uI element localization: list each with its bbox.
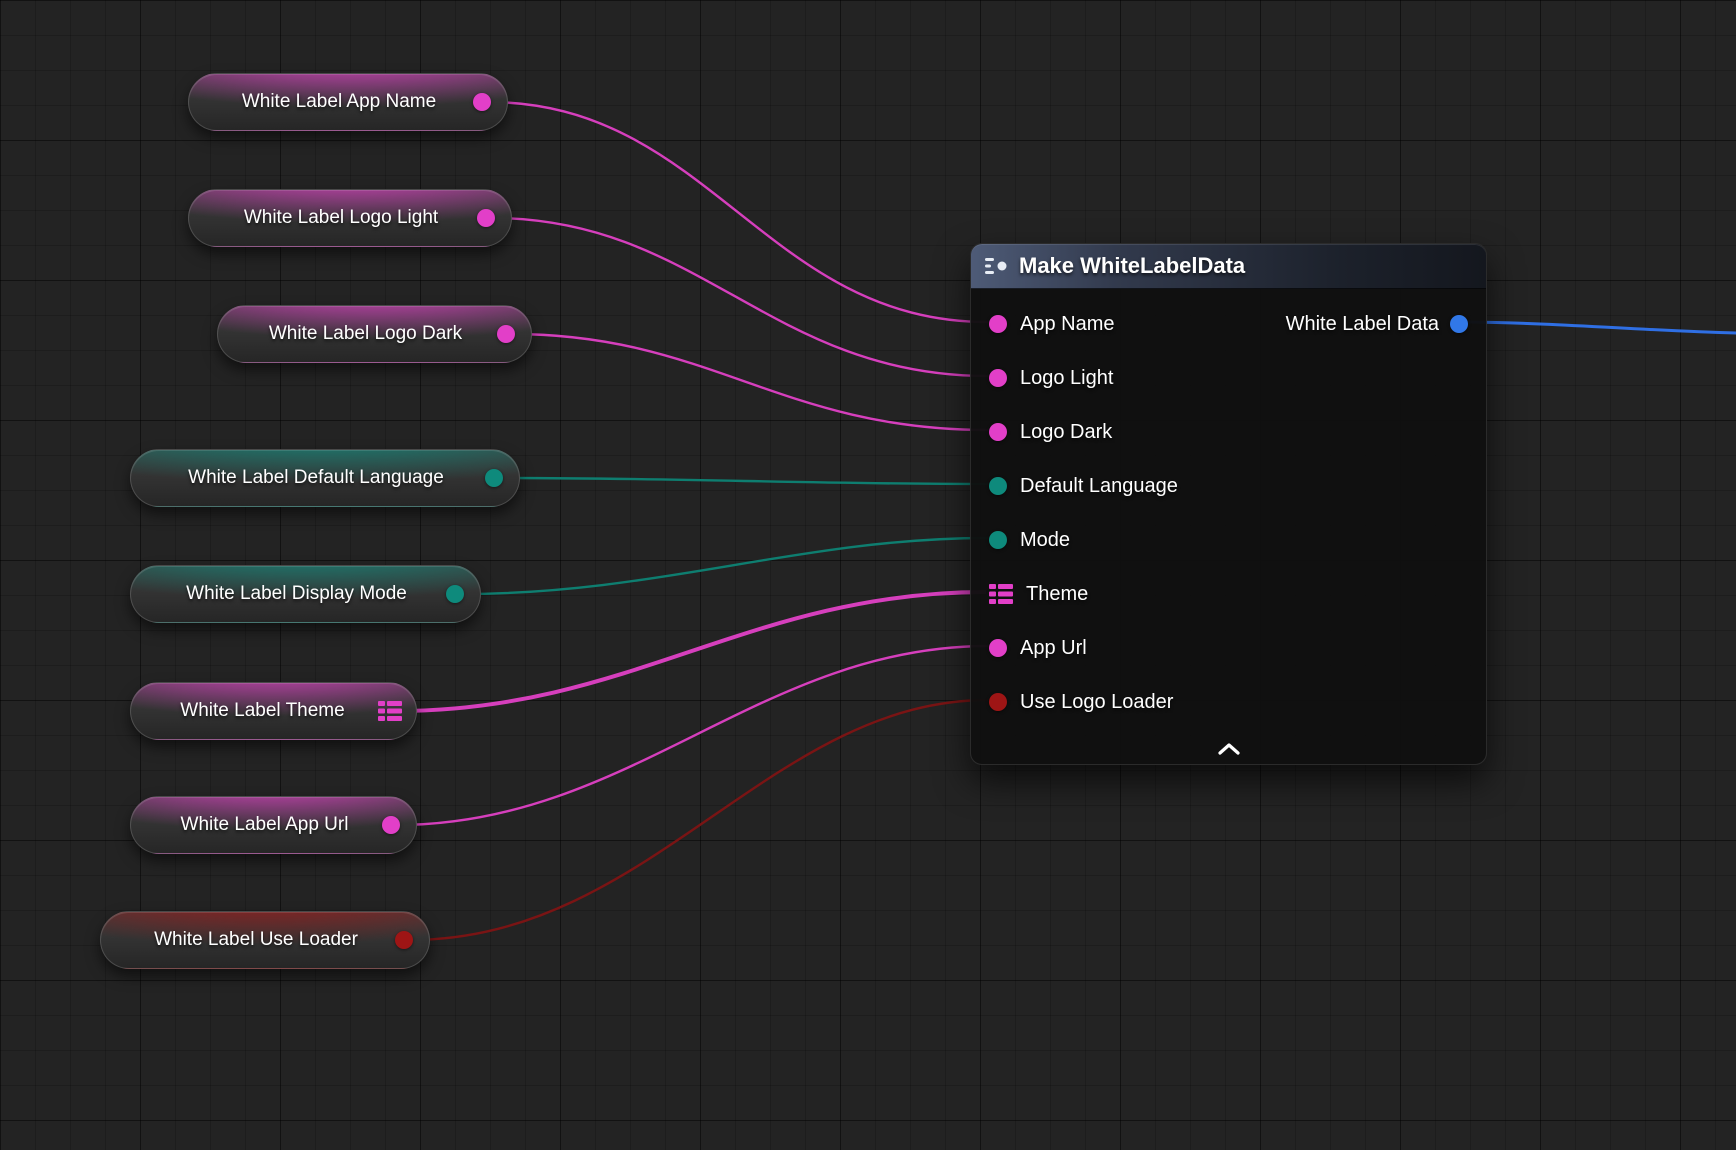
- pin-row: Logo Dark: [971, 405, 1486, 459]
- pin-out-white-label-app-name[interactable]: [473, 93, 491, 111]
- node-make-whitelabeldata[interactable]: Make WhiteLabelData App Name White Label…: [970, 243, 1487, 765]
- node-white-label-app-name[interactable]: White Label App Name: [188, 73, 508, 131]
- node-label: White Label Logo Light: [215, 207, 467, 229]
- struct-pin-icon: [989, 584, 1013, 604]
- pin-row: Mode: [971, 513, 1486, 567]
- pin-row: Use Logo Loader: [971, 675, 1486, 729]
- wire-app-url[interactable]: [397, 646, 988, 825]
- node-label: White Label Theme: [157, 700, 368, 722]
- pin-out-white-label-logo-dark[interactable]: [497, 325, 515, 343]
- pin-label: Logo Light: [1020, 367, 1113, 390]
- wire-logo-dark[interactable]: [512, 334, 988, 430]
- pin-in-logo-light[interactable]: [989, 369, 1007, 387]
- wire-theme[interactable]: [397, 592, 986, 711]
- struct-pin-icon: [378, 701, 402, 721]
- node-label: White Label Logo Dark: [244, 323, 487, 345]
- pin-row: App Name White Label Data: [971, 297, 1486, 351]
- pin-in-logo-dark[interactable]: [989, 423, 1007, 441]
- node-label: White Label Default Language: [157, 467, 475, 489]
- wire-default-language[interactable]: [500, 478, 988, 484]
- make-struct-icon: [985, 257, 1009, 275]
- node-label: White Label Display Mode: [157, 583, 436, 605]
- node-label: White Label App Name: [215, 91, 463, 113]
- node-label: White Label App Url: [157, 814, 372, 836]
- node-body: App Name White Label Data Logo Light Log…: [971, 289, 1486, 764]
- node-white-label-logo-dark[interactable]: White Label Logo Dark: [217, 305, 532, 363]
- pin-out-white-label-app-url[interactable]: [382, 816, 400, 834]
- pin-out-white-label-display-mode[interactable]: [446, 585, 464, 603]
- node-white-label-theme[interactable]: White Label Theme: [130, 682, 417, 740]
- node-white-label-display-mode[interactable]: White Label Display Mode: [130, 565, 481, 623]
- pin-label-output: White Label Data: [1286, 313, 1439, 336]
- wire-logo-light[interactable]: [492, 218, 988, 376]
- pin-label: Use Logo Loader: [1020, 691, 1173, 714]
- pin-label: Mode: [1020, 529, 1070, 552]
- pin-in-default-language[interactable]: [989, 477, 1007, 495]
- node-white-label-default-language[interactable]: White Label Default Language: [130, 449, 520, 507]
- pin-row: Logo Light: [971, 351, 1486, 405]
- pin-row: App Url: [971, 621, 1486, 675]
- pin-row: Theme: [971, 567, 1486, 621]
- wire-display-mode[interactable]: [461, 538, 988, 594]
- node-title: Make WhiteLabelData: [1019, 253, 1245, 279]
- node-white-label-app-url[interactable]: White Label App Url: [130, 796, 417, 854]
- pin-label: App Url: [1020, 637, 1087, 660]
- collapse-chevron-up-icon[interactable]: [1212, 740, 1246, 758]
- pin-row: Default Language: [971, 459, 1486, 513]
- pin-out-white-label-use-loader[interactable]: [395, 931, 413, 949]
- pin-out-white-label-theme[interactable]: [378, 701, 402, 721]
- wire-app-name[interactable]: [488, 102, 988, 322]
- pin-out-white-label-data[interactable]: [1450, 315, 1468, 333]
- pin-in-app-url[interactable]: [989, 639, 1007, 657]
- pin-out-white-label-logo-light[interactable]: [477, 209, 495, 227]
- pin-in-theme[interactable]: [989, 584, 1013, 604]
- pin-in-app-name[interactable]: [989, 315, 1007, 333]
- pin-label: Theme: [1026, 583, 1088, 606]
- pin-in-use-logo-loader[interactable]: [989, 693, 1007, 711]
- wire-use-loader[interactable]: [410, 700, 988, 940]
- node-header[interactable]: Make WhiteLabelData: [971, 244, 1486, 289]
- pin-label: Default Language: [1020, 475, 1178, 498]
- wire-white-label-data-output[interactable]: [1469, 322, 1736, 333]
- node-white-label-logo-light[interactable]: White Label Logo Light: [188, 189, 512, 247]
- pin-out-white-label-default-language[interactable]: [485, 469, 503, 487]
- pin-label: Logo Dark: [1020, 421, 1112, 444]
- pin-label: App Name: [1020, 313, 1115, 336]
- blueprint-graph-canvas[interactable]: White Label App Name White Label Logo Li…: [0, 0, 1736, 1150]
- node-white-label-use-loader[interactable]: White Label Use Loader: [100, 911, 430, 969]
- node-label: White Label Use Loader: [127, 929, 385, 951]
- pin-in-mode[interactable]: [989, 531, 1007, 549]
